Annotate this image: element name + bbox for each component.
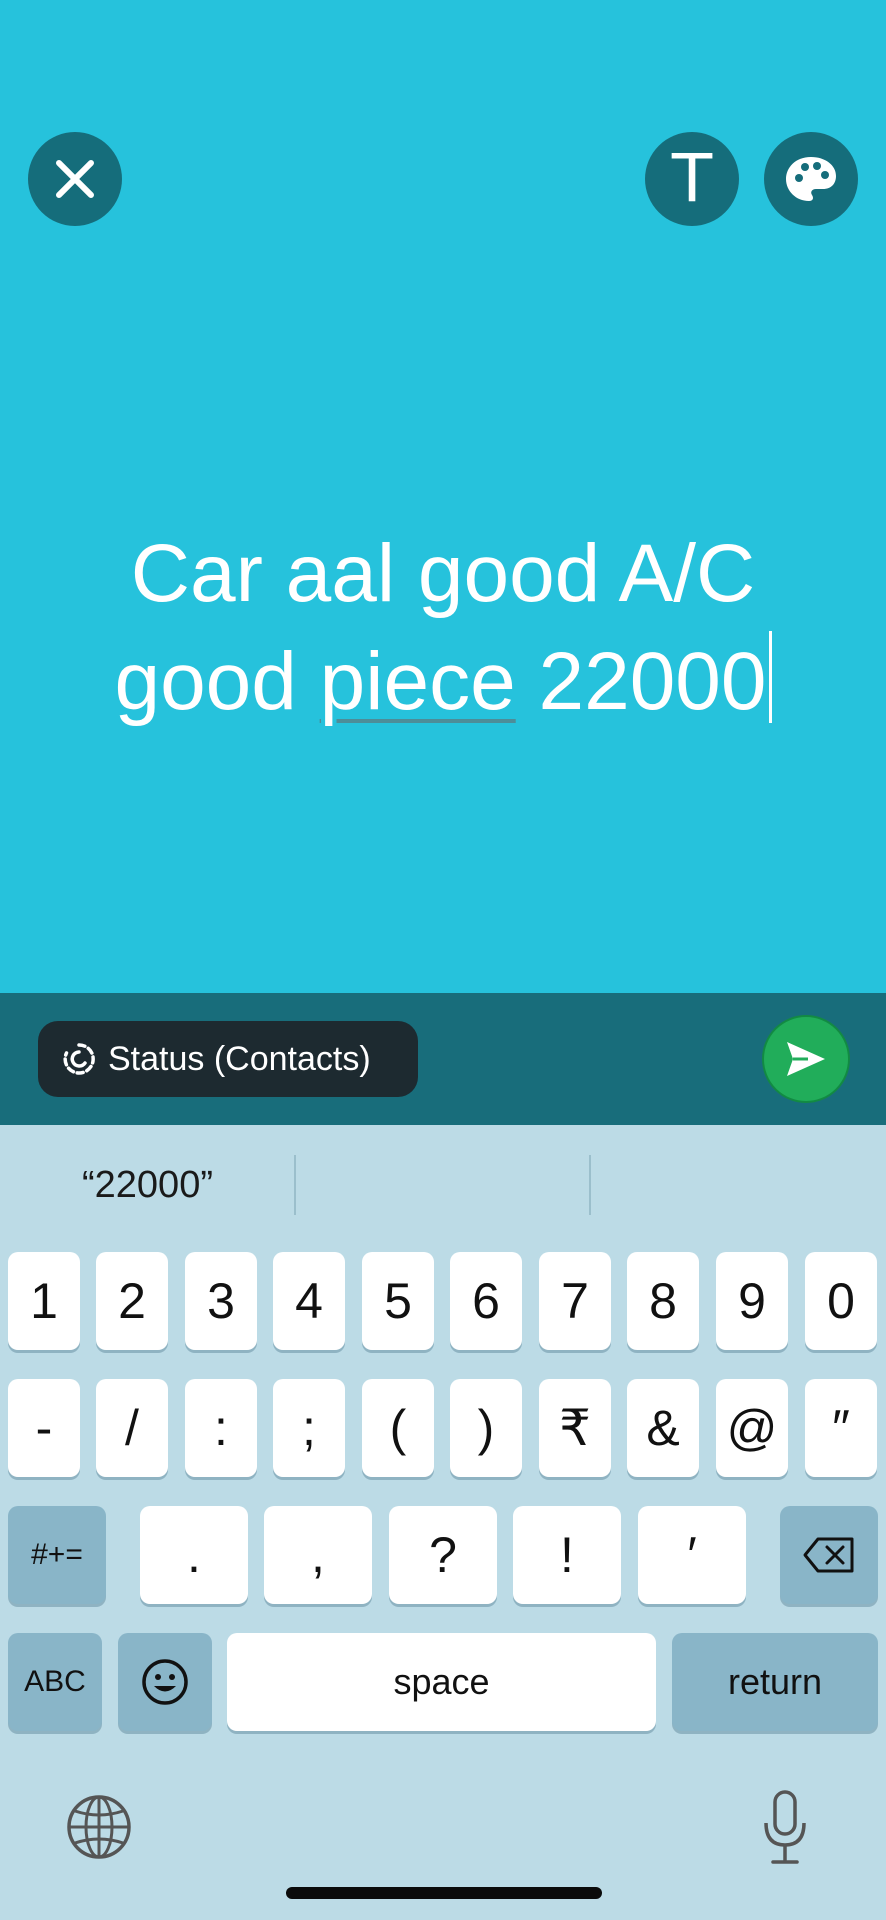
key-1[interactable]: 1 [8, 1252, 80, 1350]
emoji-icon [142, 1659, 188, 1705]
microphone-button[interactable] [752, 1785, 818, 1871]
space-key[interactable]: space [227, 1633, 656, 1731]
backspace-icon [803, 1537, 854, 1573]
key-3[interactable]: 3 [185, 1252, 257, 1350]
close-button[interactable] [28, 132, 122, 226]
emoji-key[interactable] [118, 1633, 212, 1731]
status-text-line-2: good piece 22000 [0, 628, 886, 736]
key-semicolon[interactable]: ; [273, 1379, 345, 1477]
key-hyphen[interactable]: - [8, 1379, 80, 1477]
delete-key[interactable] [780, 1506, 878, 1604]
text-caret [768, 631, 772, 723]
suggestion-1[interactable]: “22000” [0, 1125, 295, 1245]
status-icon [63, 1043, 95, 1075]
status-send-bar: Status (Contacts) [0, 993, 886, 1125]
key-5[interactable]: 5 [362, 1252, 434, 1350]
key-colon[interactable]: : [185, 1379, 257, 1477]
send-button[interactable] [762, 1015, 850, 1103]
microphone-icon [764, 1790, 806, 1864]
status-text-line-1: Car aal good A/C [130, 528, 756, 619]
key-slash[interactable]: / [96, 1379, 168, 1477]
color-palette-button[interactable] [764, 132, 858, 226]
text-style-button[interactable]: T [645, 132, 739, 226]
globe-button[interactable] [62, 1790, 136, 1864]
status-text-number: 22000 [515, 636, 767, 727]
suggestion-bar: “22000” [0, 1125, 886, 1245]
autocorrect-underlined-word[interactable]: piece [320, 636, 516, 727]
key-at[interactable]: @ [716, 1379, 788, 1477]
close-icon [56, 160, 94, 198]
audience-label: Status (Contacts) [108, 1039, 371, 1078]
key-apostrophe[interactable]: ′ [638, 1506, 746, 1604]
return-key[interactable]: return [672, 1633, 878, 1731]
key-2[interactable]: 2 [96, 1252, 168, 1350]
key-rupee[interactable]: ₹ [539, 1379, 611, 1477]
status-text-plain: good [114, 636, 320, 727]
key-9[interactable]: 9 [716, 1252, 788, 1350]
palette-icon [786, 157, 836, 201]
key-exclamation[interactable]: ! [513, 1506, 621, 1604]
symbols-key[interactable]: #+= [8, 1506, 106, 1604]
home-indicator [286, 1887, 602, 1899]
audience-selector-button[interactable]: Status (Contacts) [38, 1021, 418, 1097]
key-8[interactable]: 8 [627, 1252, 699, 1350]
key-ampersand[interactable]: & [627, 1379, 699, 1477]
key-0[interactable]: 0 [805, 1252, 877, 1350]
key-4[interactable]: 4 [273, 1252, 345, 1350]
key-comma[interactable]: , [264, 1506, 372, 1604]
key-period[interactable]: . [140, 1506, 248, 1604]
abc-key[interactable]: ABC [8, 1633, 102, 1731]
key-close-paren[interactable]: ) [450, 1379, 522, 1477]
key-7[interactable]: 7 [539, 1252, 611, 1350]
key-6[interactable]: 6 [450, 1252, 522, 1350]
text-style-icon: T [671, 140, 713, 217]
key-open-paren[interactable]: ( [362, 1379, 434, 1477]
status-text-editor[interactable]: Car aal good A/C good piece 22000 [0, 520, 886, 736]
keyboard: “22000” 1 2 3 4 5 6 7 8 9 0 - / : ; ( ) … [0, 1125, 886, 1920]
status-canvas[interactable]: T Car aal good A/C good piece 22000 [0, 0, 886, 993]
key-double-quote[interactable]: ″ [805, 1379, 877, 1477]
suggestion-2[interactable] [296, 1125, 591, 1245]
key-question[interactable]: ? [389, 1506, 497, 1604]
globe-icon [67, 1795, 131, 1859]
suggestion-3[interactable] [591, 1125, 886, 1245]
send-icon [787, 1042, 825, 1076]
